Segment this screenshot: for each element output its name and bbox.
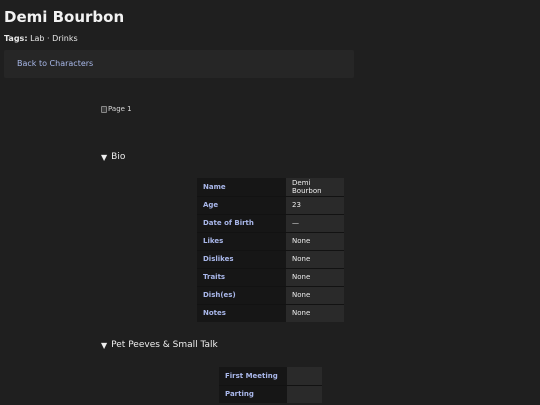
disclosure-triangle-icon: ▼ bbox=[101, 340, 108, 350]
tags-line: Tags: Lab · Drinks bbox=[4, 34, 78, 43]
row-key: Likes bbox=[197, 231, 286, 250]
broken-image-icon bbox=[101, 105, 107, 113]
row-key: Notes bbox=[197, 303, 286, 322]
row-key: Parting bbox=[219, 384, 287, 403]
table-row: Dislikes None bbox=[197, 249, 344, 268]
table-row: Dish(es) None bbox=[197, 285, 344, 304]
row-key: Dislikes bbox=[197, 249, 286, 268]
row-key: First Meeting bbox=[219, 367, 287, 385]
row-value: 23 bbox=[286, 195, 344, 214]
character-image: Page 1 bbox=[101, 105, 132, 113]
bio-table: Name Demi Bourbon Age 23 Date of Birth —… bbox=[197, 178, 344, 322]
table-row: Likes None bbox=[197, 231, 344, 250]
table-row: Date of Birth — bbox=[197, 213, 344, 232]
table-row: Age 23 bbox=[197, 195, 344, 214]
tags-value: Lab · Drinks bbox=[30, 34, 78, 43]
row-key: Age bbox=[197, 195, 286, 214]
row-value: None bbox=[286, 303, 344, 322]
character-page: Demi Bourbon Tags: Lab · Drinks Back to … bbox=[0, 0, 540, 405]
image-alt-text: Page 1 bbox=[108, 105, 132, 113]
table-row: Traits None bbox=[197, 267, 344, 286]
table-row: Notes None bbox=[197, 303, 344, 322]
tags-label: Tags: bbox=[4, 34, 28, 43]
row-value: None bbox=[286, 231, 344, 250]
back-to-characters-link[interactable]: Back to Characters bbox=[17, 59, 93, 68]
table-row: Name Demi Bourbon bbox=[197, 178, 344, 196]
row-key: Name bbox=[197, 178, 286, 196]
row-value: None bbox=[286, 285, 344, 304]
row-key: Traits bbox=[197, 267, 286, 286]
row-value: Demi Bourbon bbox=[286, 178, 344, 196]
navigation-panel: Back to Characters bbox=[4, 50, 354, 78]
row-value bbox=[287, 367, 322, 385]
row-value: None bbox=[286, 267, 344, 286]
row-value bbox=[287, 384, 322, 403]
row-value: — bbox=[286, 213, 344, 232]
pet-peeves-table: First Meeting Parting bbox=[219, 367, 322, 403]
bio-section-title: Bio bbox=[111, 152, 126, 162]
pet-peeves-section-title: Pet Peeves & Small Talk bbox=[111, 340, 218, 350]
bio-section-toggle[interactable]: ▼ Bio bbox=[101, 152, 125, 162]
page-title: Demi Bourbon bbox=[4, 8, 125, 26]
table-row: First Meeting bbox=[219, 367, 322, 385]
disclosure-triangle-icon: ▼ bbox=[101, 152, 108, 162]
table-row: Parting bbox=[219, 384, 322, 403]
row-key: Dish(es) bbox=[197, 285, 286, 304]
pet-peeves-section-toggle[interactable]: ▼ Pet Peeves & Small Talk bbox=[101, 340, 218, 350]
row-key: Date of Birth bbox=[197, 213, 286, 232]
row-value: None bbox=[286, 249, 344, 268]
